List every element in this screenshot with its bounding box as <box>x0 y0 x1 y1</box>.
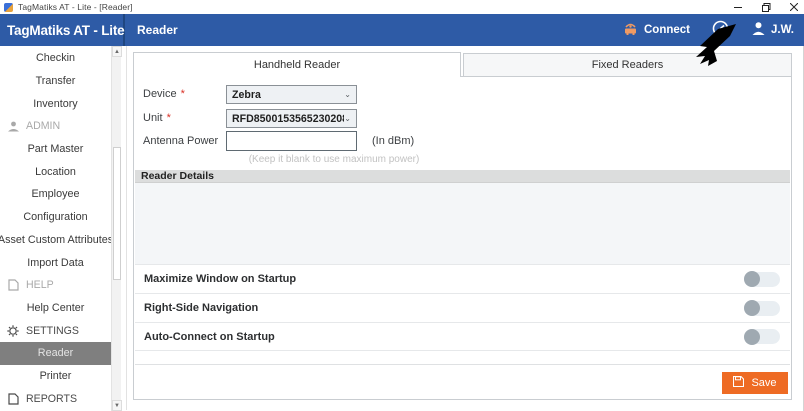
document-icon <box>6 393 20 405</box>
handheld-reader-panel: Device* Zebra ⌄ Unit* RFD850015356523020… <box>133 76 792 400</box>
sidebar-item-import-data[interactable]: Import Data <box>0 251 111 274</box>
sidebar-section-reports[interactable]: REPORTS <box>0 387 111 410</box>
sidebar-item-label: SETTINGS <box>26 325 79 337</box>
page-title: Reader <box>137 23 178 37</box>
app-title: TagMatiks AT - Lite <box>7 23 124 38</box>
window-title: TagMatiks AT - Lite - [Reader] <box>18 2 133 12</box>
reader-details-body <box>135 183 790 264</box>
sidebar-nav: Checkin Transfer Inventory ADMIN Part Master… <box>0 46 111 411</box>
sidebar-section-admin[interactable]: ADMIN <box>0 115 111 138</box>
scroll-up-button[interactable]: ▲ <box>112 46 122 57</box>
toggle-knob <box>744 300 760 316</box>
close-button[interactable] <box>788 1 800 13</box>
connect-button[interactable]: Connect <box>622 21 690 39</box>
antenna-power-input[interactable] <box>226 131 357 151</box>
toggle-knob <box>744 329 760 345</box>
toggle-row-maximize: Maximize Window on Startup <box>135 264 790 293</box>
sidebar-item-label: Employee <box>31 188 79 200</box>
antenna-note: (Keep it blank to use maximum power) <box>194 154 474 165</box>
toggle-label: Maximize Window on Startup <box>144 273 296 285</box>
toggle-label: Right-Side Navigation <box>144 302 258 314</box>
device-value: Zebra <box>232 89 261 101</box>
document-icon <box>6 279 20 291</box>
sidebar-item-label: Checkin <box>36 52 75 64</box>
sidebar-item-reader[interactable]: Reader <box>0 342 111 365</box>
status-clock-button[interactable] <box>712 20 729 40</box>
brand: TagMatiks AT - Lite <box>0 14 125 46</box>
save-button[interactable]: Save <box>722 372 788 394</box>
toggle-row-auto-connect: Auto-Connect on Startup <box>135 322 790 351</box>
antenna-unit-hint: (In dBm) <box>372 135 414 147</box>
save-icon <box>733 376 744 390</box>
sidebar-item-configuration[interactable]: Configuration <box>0 206 111 229</box>
required-marker: * <box>167 112 171 124</box>
sidebar-item-label: Part Master <box>28 143 84 155</box>
user-icon <box>6 121 20 132</box>
toggle-row-right-side-nav: Right-Side Navigation <box>135 293 790 322</box>
save-label: Save <box>751 377 776 389</box>
sidebar-item-transfer[interactable]: Transfer <box>0 70 111 93</box>
right-side-navigation-toggle[interactable] <box>744 301 780 316</box>
sidebar-section-help[interactable]: HELP <box>0 274 111 297</box>
clock-gauge-icon <box>712 20 729 40</box>
minimize-button[interactable] <box>732 1 744 13</box>
sidebar-item-label: Printer <box>40 370 72 382</box>
user-initials: J.W. <box>771 24 794 36</box>
gear-icon <box>6 325 20 337</box>
device-select[interactable]: Zebra ⌄ <box>226 85 357 104</box>
sidebar-item-asset-custom-attributes[interactable]: Asset Custom Attributes <box>0 229 111 252</box>
sidebar-item-location[interactable]: Location <box>0 160 111 183</box>
toggle-knob <box>744 271 760 287</box>
maximize-window-toggle[interactable] <box>744 272 780 287</box>
sidebar-section-settings[interactable]: SETTINGS <box>0 319 111 342</box>
restore-button[interactable] <box>760 1 772 13</box>
sidebar-item-label: Inventory <box>33 98 77 110</box>
tab-label: Fixed Readers <box>592 59 664 71</box>
sidebar-item-label: REPORTS <box>26 393 77 405</box>
sidebar-item-help-center[interactable]: Help Center <box>0 297 111 320</box>
reader-details-header: Reader Details <box>135 170 790 183</box>
sidebar-item-inventory[interactable]: Inventory <box>0 92 111 115</box>
device-label: Device* <box>143 88 185 100</box>
sidebar-item-label: Reader <box>38 347 73 359</box>
os-titlebar: TagMatiks AT - Lite - [Reader] <box>0 0 804 14</box>
scrollbar-thumb[interactable] <box>113 147 121 280</box>
unit-label: Unit* <box>143 112 171 124</box>
required-marker: * <box>181 88 185 100</box>
unit-value: RFD850015356523020840 <box>232 113 344 125</box>
sidebar-item-label: HELP <box>26 279 54 291</box>
sidebar-item-label: Asset Custom Attributes <box>0 234 113 246</box>
save-separator <box>135 364 790 365</box>
sidebar-item-part-master[interactable]: Part Master <box>0 138 111 161</box>
app-header: TagMatiks AT - Lite Reader Connect <box>0 14 804 46</box>
sidebar-item-label: Import Data <box>27 257 83 269</box>
sidebar-item-label: Help Center <box>27 302 85 314</box>
sidebar-scrollbar[interactable]: ▲ ▼ <box>111 46 121 411</box>
scroll-down-button[interactable]: ▼ <box>112 400 122 411</box>
unit-select[interactable]: RFD850015356523020840 ⌄ <box>226 109 357 128</box>
sidebar-item-label: Configuration <box>23 211 87 223</box>
toggle-label: Auto-Connect on Startup <box>144 331 275 343</box>
sidebar-item-employee[interactable]: Employee <box>0 183 111 206</box>
app-window: TagMatiks AT - Lite - [Reader] TagMatiks… <box>0 0 804 411</box>
tab-handheld-reader[interactable]: Handheld Reader <box>133 52 461 77</box>
sidebar-item-printer[interactable]: Printer <box>0 365 111 388</box>
rfid-reader-icon <box>622 21 639 39</box>
sidebar-item-checkin[interactable]: Checkin <box>0 47 111 70</box>
user-menu[interactable]: J.W. <box>751 21 794 39</box>
user-icon <box>751 21 766 39</box>
auto-connect-toggle[interactable] <box>744 329 780 344</box>
app-icon <box>4 3 13 12</box>
antenna-power-label: Antenna Power <box>143 135 218 147</box>
tab-label: Handheld Reader <box>254 59 340 71</box>
chevron-down-icon: ⌄ <box>344 90 351 99</box>
sidebar-item-label: Transfer <box>36 75 76 87</box>
tab-fixed-readers[interactable]: Fixed Readers <box>463 53 792 77</box>
sidebar-item-label: Location <box>35 166 76 178</box>
sidebar-item-label: ADMIN <box>26 120 60 132</box>
connect-label: Connect <box>644 24 690 36</box>
chevron-down-icon: ⌄ <box>344 114 351 123</box>
